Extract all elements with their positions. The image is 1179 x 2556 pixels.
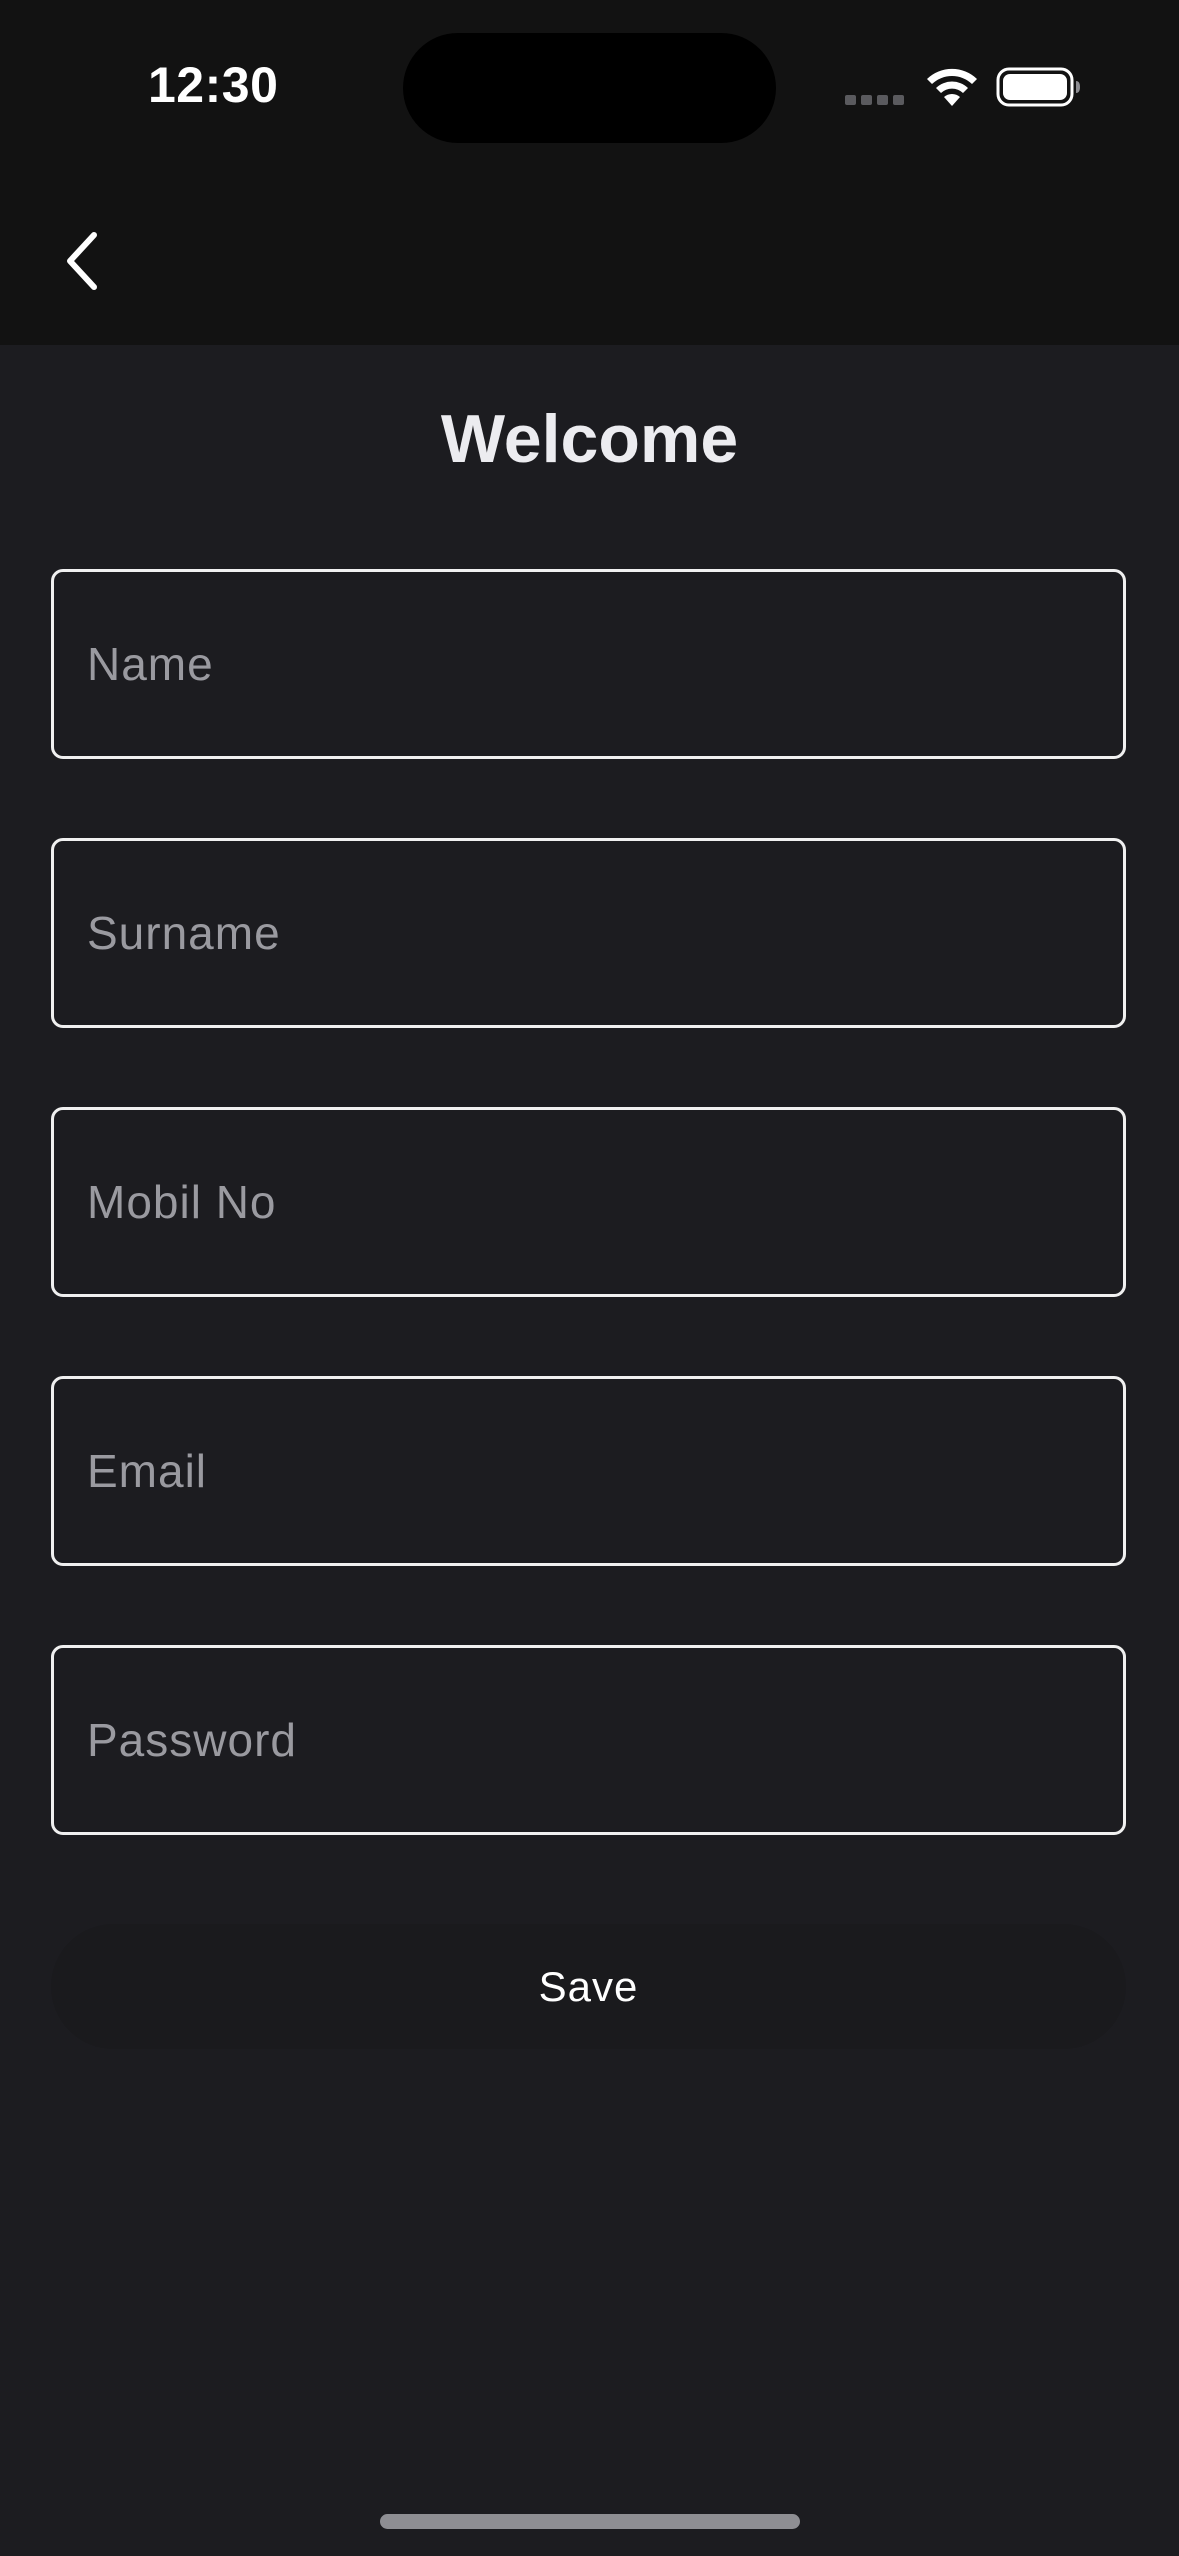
battery-icon: [996, 66, 1082, 108]
email-field: [51, 1376, 1126, 1566]
email-input[interactable]: [54, 1379, 1123, 1563]
back-button[interactable]: [56, 225, 116, 295]
name-field: [51, 569, 1126, 759]
wifi-icon: [925, 66, 979, 108]
dynamic-island: [403, 33, 776, 143]
mobile-input[interactable]: [54, 1110, 1123, 1294]
page-title: Welcome: [440, 401, 739, 477]
name-input[interactable]: [54, 572, 1123, 756]
chevron-left-icon: [67, 232, 97, 290]
surname-input[interactable]: [54, 841, 1123, 1025]
mobile-field: [51, 1107, 1126, 1297]
save-button[interactable]: Save: [51, 1924, 1126, 2049]
password-field: [51, 1645, 1126, 1835]
cellular-signal-icon: [845, 95, 905, 107]
status-bar-time: 12:30: [148, 57, 279, 113]
surname-field: [51, 838, 1126, 1028]
home-indicator[interactable]: [380, 2514, 800, 2529]
password-input[interactable]: [54, 1648, 1123, 1832]
